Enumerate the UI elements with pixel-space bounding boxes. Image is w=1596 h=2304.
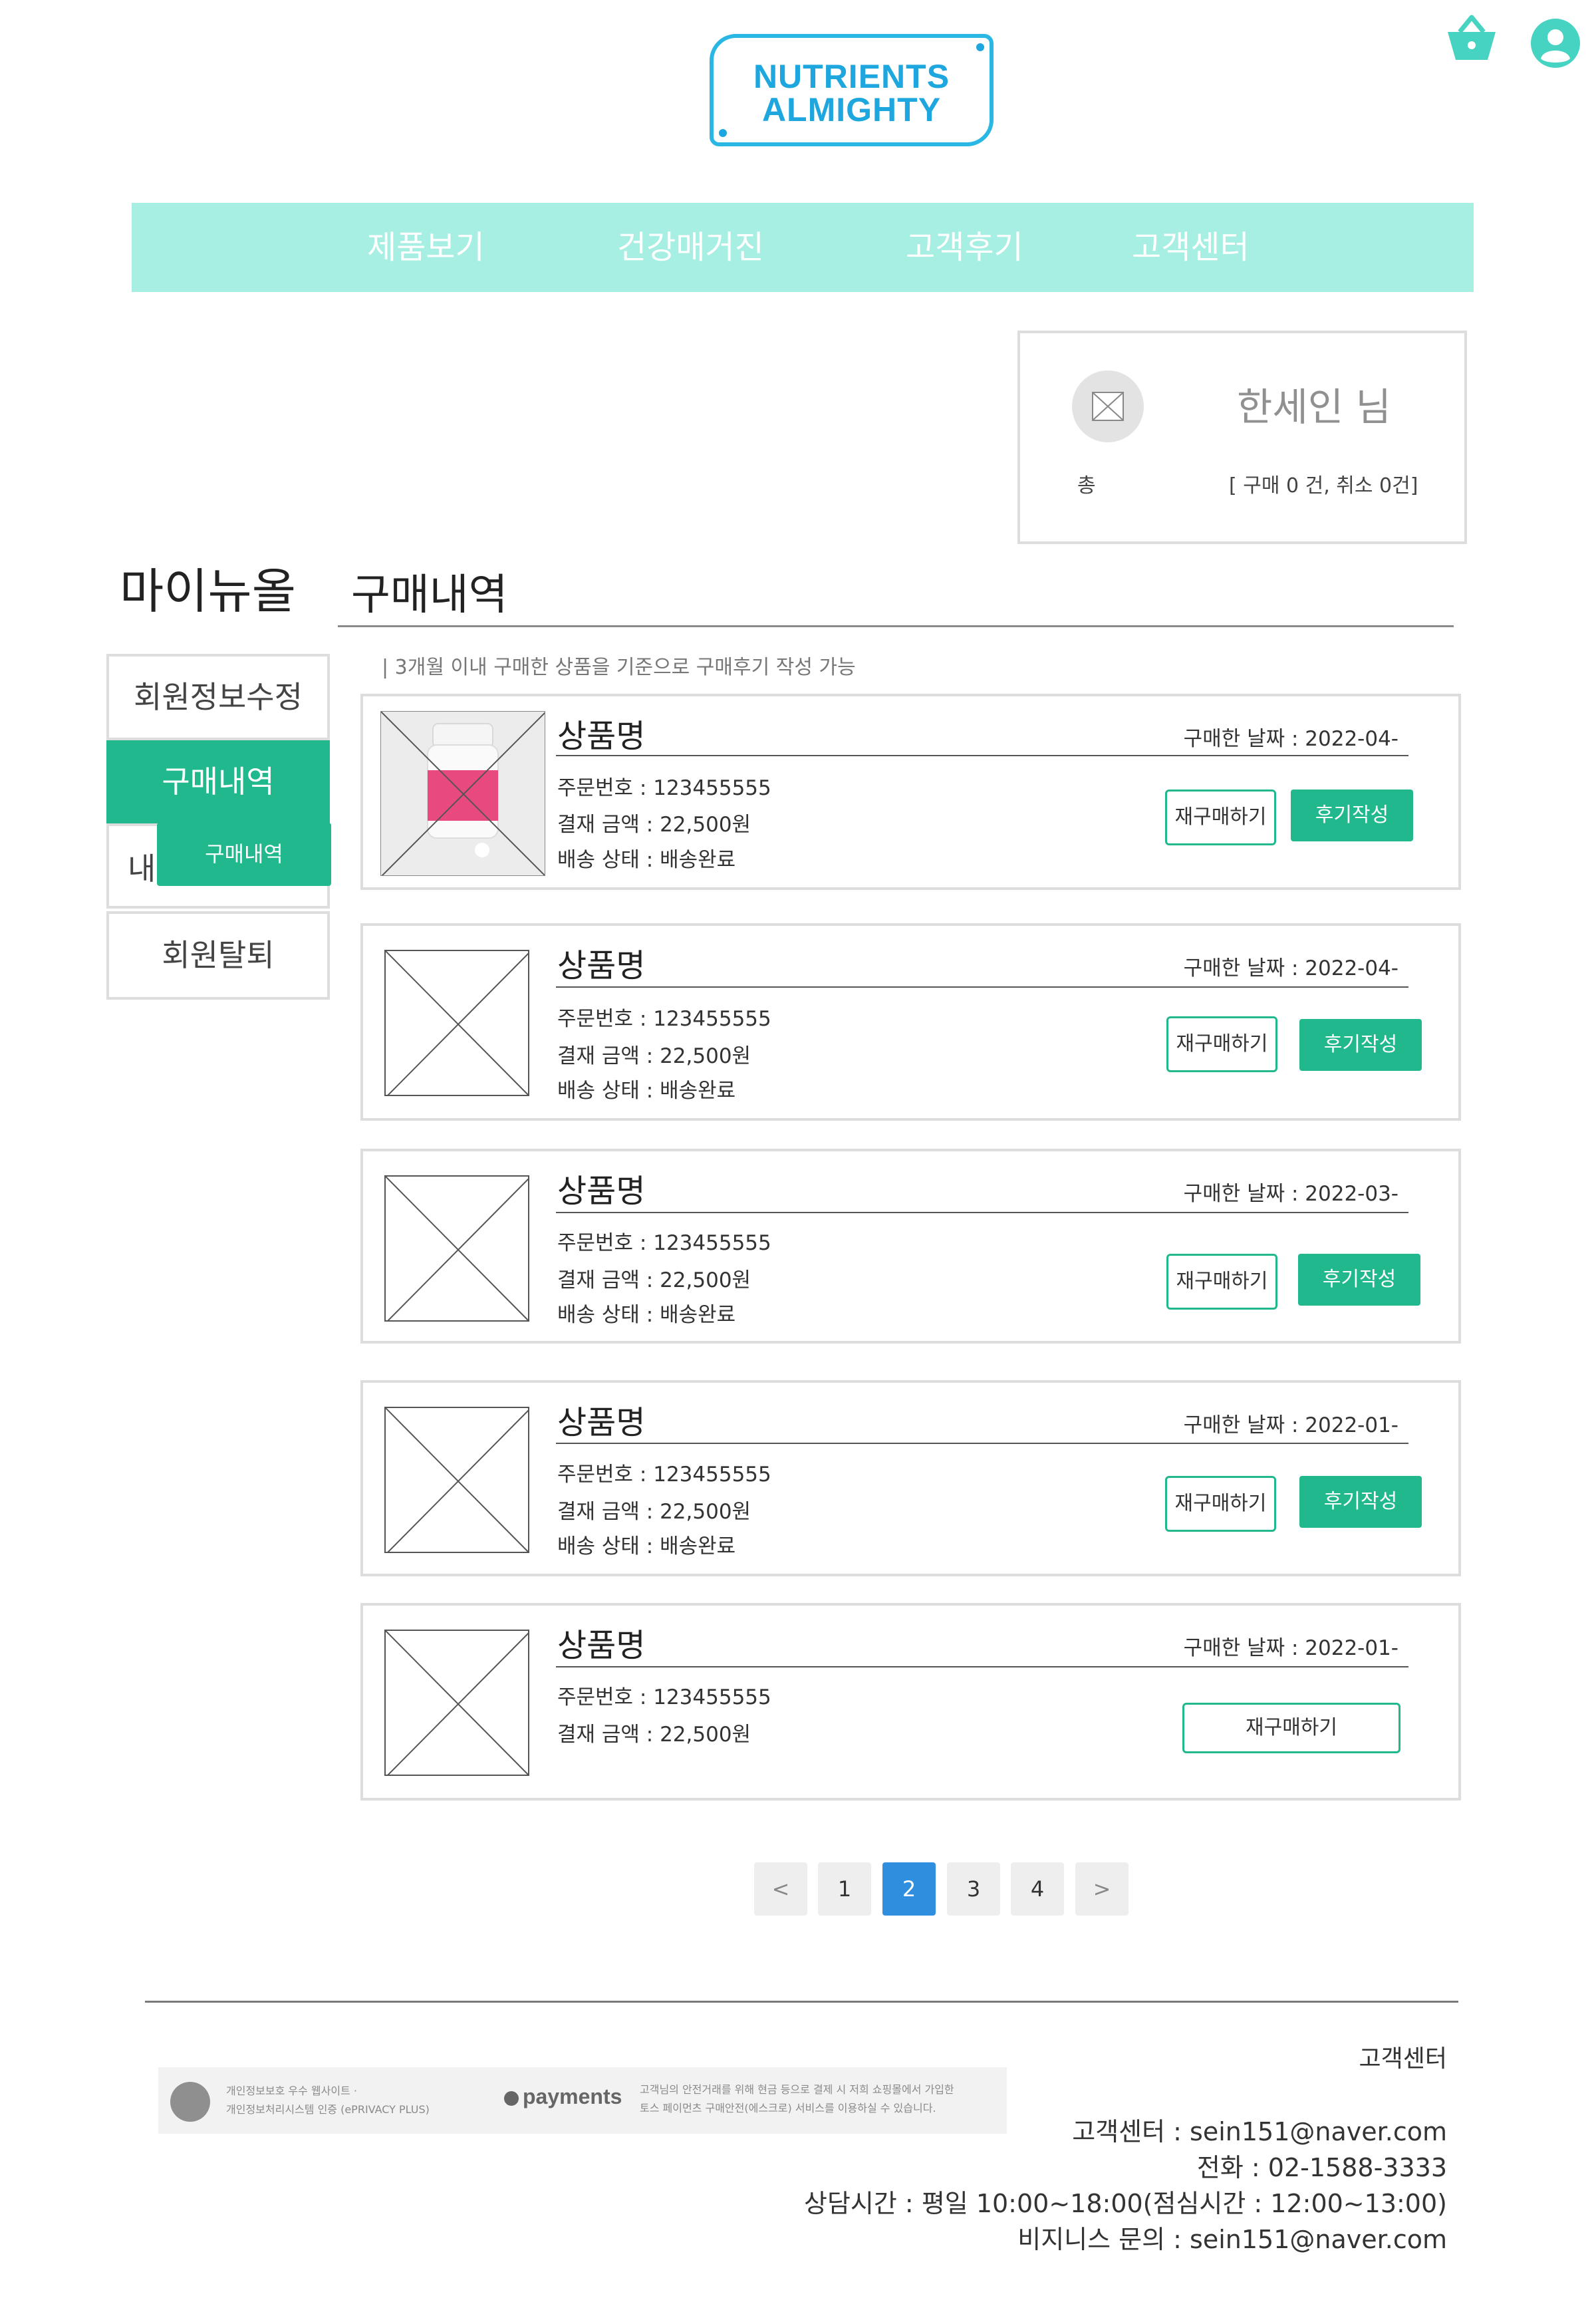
mypage-title: 마이뉴올 (120, 563, 296, 619)
privacy-seal-icon (170, 2082, 210, 2122)
title-divider (338, 625, 1454, 627)
payment-amount: 결재 금액 : 22,500원 (557, 1500, 751, 1524)
delivery-status: 배송 상태 : 배송완료 (557, 848, 736, 872)
image-placeholder-icon[interactable] (384, 1175, 529, 1322)
write-review-button[interactable]: 후기작성 (1299, 1476, 1422, 1528)
order-card: 상품명 구매한 날짜 : 2022-04- 주문번호 : 123455555 결… (360, 694, 1461, 890)
order-number: 주문번호 : 123455555 (557, 1463, 771, 1487)
sidebar-item-withdraw[interactable]: 회원탈퇴 (106, 911, 330, 1000)
sidebar-item-edit-profile[interactable]: 회원정보수정 (106, 654, 330, 740)
pagination-next[interactable]: > (1075, 1862, 1129, 1916)
rebuy-button[interactable]: 재구매하기 (1165, 1476, 1276, 1532)
page-2-current[interactable]: 2 (882, 1862, 936, 1916)
pagination-prev[interactable]: < (754, 1862, 807, 1916)
nav-item-products[interactable]: 제품보기 (367, 203, 485, 292)
brand-logo[interactable]: NUTRIENTS ALMIGHTY (710, 34, 994, 146)
nav-item-reviews[interactable]: 고객후기 (906, 203, 1023, 292)
order-summary: [ 구매 0 건, 취소 0건] (1229, 474, 1418, 498)
product-name[interactable]: 상품명 (557, 1396, 645, 1443)
delivery-status: 배송 상태 : 배송완료 (557, 1079, 736, 1103)
profile-card (1017, 331, 1467, 544)
image-placeholder-icon[interactable] (384, 1407, 529, 1553)
payment-amount: 결재 금액 : 22,500원 (557, 1044, 751, 1068)
logo-dot (719, 129, 727, 137)
product-photo[interactable] (380, 711, 545, 876)
order-number: 주문번호 : 123455555 (557, 1231, 771, 1255)
order-card: 상품명 구매한 날짜 : 2022-03- 주문번호 : 123455555 결… (360, 1149, 1461, 1344)
page-1[interactable]: 1 (818, 1862, 871, 1916)
write-review-button[interactable]: 후기작성 (1298, 1254, 1420, 1306)
footer-business-contact: 비지니스 문의 : sein151@naver.com (1017, 2225, 1447, 2254)
payments-mark-icon (504, 2090, 519, 2106)
page-title: 구매내역 (351, 571, 508, 620)
image-placeholder-icon (1092, 392, 1124, 421)
delivery-status: 배송 상태 : 배송완료 (557, 1303, 736, 1327)
purchase-date: 구매한 날짜 : 2022-03- (1183, 1182, 1398, 1206)
order-card: 상품명 구매한 날짜 : 2022-01- 주문번호 : 123455555 결… (360, 1603, 1461, 1800)
avatar (1072, 370, 1144, 442)
payment-amount: 결재 금액 : 22,500원 (557, 1723, 751, 1747)
page-3[interactable]: 3 (947, 1862, 1000, 1916)
delivery-status: 배송 상태 : 배송완료 (557, 1534, 736, 1558)
write-review-button[interactable]: 후기작성 (1299, 1019, 1422, 1071)
order-card: 상품명 구매한 날짜 : 2022-01- 주문번호 : 123455555 결… (360, 1380, 1461, 1576)
rebuy-button[interactable]: 재구매하기 (1166, 1254, 1277, 1310)
payment-amount: 결재 금액 : 22,500원 (557, 1268, 751, 1292)
certification-badges: 개인정보보호 우수 웹사이트 · 개인정보처리시스템 인증 (ePRIVACY … (158, 2067, 1007, 2134)
order-card: 상품명 구매한 날짜 : 2022-04- 주문번호 : 123455555 결… (360, 923, 1461, 1121)
brand-line-1: NUTRIENTS (753, 58, 950, 95)
order-number: 주문번호 : 123455555 (557, 1007, 771, 1031)
logo-dot (976, 43, 984, 51)
card-divider (556, 1212, 1408, 1213)
product-name[interactable]: 상품명 (557, 939, 645, 986)
escrow-notice-line-2: 토스 페이먼츠 구매안전(에스크로) 서비스를 이용하실 수 있습니다. (640, 2102, 936, 2114)
image-placeholder-icon[interactable] (384, 950, 529, 1096)
rebuy-button[interactable]: 재구매하기 (1166, 1016, 1277, 1072)
page-4[interactable]: 4 (1011, 1862, 1064, 1916)
brand-line-2: ALMIGHTY (761, 91, 942, 128)
purchase-date: 구매한 날짜 : 2022-04- (1183, 727, 1398, 751)
basket-icon[interactable] (1445, 12, 1498, 65)
footer-email: 고객센터 : sein151@naver.com (1072, 2117, 1447, 2146)
privacy-badge-line-2: 개인정보처리시스템 인증 (ePRIVACY PLUS) (226, 2103, 430, 2116)
footer-divider (145, 2001, 1458, 2003)
card-divider (556, 986, 1408, 988)
payments-logo: payments (504, 2085, 622, 2109)
sidebar-item-purchases[interactable]: 구매내역 (106, 740, 330, 823)
review-notice: | 3개월 이내 구매한 상품을 기준으로 구매후기 작성 가능 (382, 656, 856, 679)
order-number: 주문번호 : 123455555 (557, 1685, 771, 1709)
user-name: 한세인 님 (1237, 384, 1391, 430)
total-label: 총 (1077, 474, 1096, 498)
product-name[interactable]: 상품명 (557, 1619, 645, 1665)
product-name[interactable]: 상품명 (557, 1165, 645, 1211)
main-nav: 제품보기 건강매거진 고객후기 고객센터 (132, 203, 1474, 292)
rebuy-button[interactable]: 재구매하기 (1165, 790, 1276, 845)
user-icon[interactable] (1530, 17, 1581, 69)
payment-amount: 결재 금액 : 22,500원 (557, 813, 751, 837)
nav-item-magazine[interactable]: 건강매거진 (617, 203, 764, 292)
footer-hours: 상담시간 : 평일 10:00~18:00(점심시간 : 12:00~13:00… (804, 2189, 1447, 2218)
sidebar-submenu-purchases[interactable]: 구매내역 (157, 823, 331, 886)
rebuy-button[interactable]: 재구매하기 (1182, 1703, 1400, 1753)
footer-cs-title: 고객센터 (1359, 2045, 1447, 2073)
product-name[interactable]: 상품명 (557, 710, 645, 756)
privacy-badge-line-1: 개인정보보호 우수 웹사이트 · (226, 2085, 357, 2097)
image-placeholder-icon[interactable] (384, 1630, 529, 1776)
footer-phone: 전화 : 02-1588-3333 (1196, 2153, 1447, 2182)
card-divider (556, 755, 1408, 756)
write-review-button[interactable]: 후기작성 (1291, 790, 1413, 841)
nav-item-support[interactable]: 고객센터 (1132, 203, 1250, 292)
card-divider (556, 1443, 1408, 1444)
purchase-date: 구매한 날짜 : 2022-04- (1183, 956, 1398, 980)
purchase-date: 구매한 날짜 : 2022-01- (1183, 1413, 1398, 1437)
purchase-date: 구매한 날짜 : 2022-01- (1183, 1636, 1398, 1660)
payments-label: payments (523, 2085, 622, 2108)
escrow-notice-line-1: 고객님의 안전거래를 위해 현금 등으로 결제 시 저희 쇼핑몰에서 가입한 (640, 2083, 954, 2096)
order-number: 주문번호 : 123455555 (557, 776, 771, 800)
card-divider (556, 1666, 1408, 1667)
